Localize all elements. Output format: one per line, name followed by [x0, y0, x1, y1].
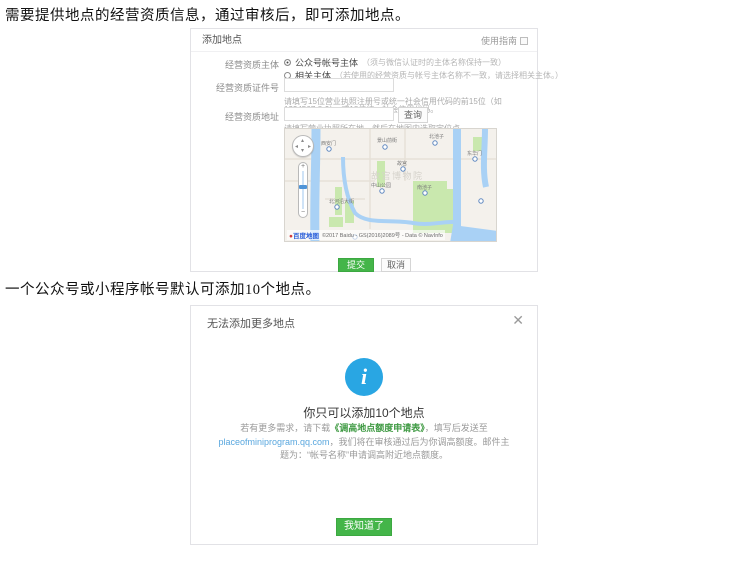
map-label: 东华门 — [467, 150, 482, 157]
subject-option-account-note: （须与微信认证时的主体名称保持一致） — [362, 57, 506, 68]
usage-guide-label: 使用指南 — [481, 34, 517, 47]
map-canal-left — [315, 129, 316, 242]
limit-modal: 无法添加更多地点 ✕ i 你只可以添加10个地点 若有更多需求，请下载《调高地点… — [190, 305, 538, 545]
pan-left-icon[interactable]: ◂ — [295, 144, 298, 150]
zoom-out-icon[interactable]: − — [301, 209, 305, 217]
address-label: 经营资质地址 — [191, 110, 279, 123]
body-text-1: 若有更多需求，请下载 — [240, 423, 330, 433]
map-label: 南池子 — [417, 184, 432, 191]
map-pan-control[interactable]: ▴ ▾ ◂ ▸ — [292, 135, 314, 157]
guide-book-icon — [520, 37, 528, 45]
add-location-panel: 添加地点 使用指南 经营资质主体 公众号帐号主体 （须与微信认证时的主体名称保持… — [190, 28, 538, 272]
subject-option-account-label: 公众号帐号主体 — [295, 56, 358, 69]
confirm-button[interactable]: 我知道了 — [336, 518, 392, 536]
license-number-input[interactable] — [284, 78, 394, 92]
radio-selected-icon[interactable] — [284, 59, 291, 66]
info-icon: i — [345, 358, 383, 396]
map-label: 西安门 — [321, 140, 336, 147]
usage-guide-link[interactable]: 使用指南 — [481, 29, 528, 52]
map-zoom-slider[interactable]: + − — [298, 162, 308, 218]
modal-title: 无法添加更多地点 — [207, 315, 295, 331]
map-label: 中山公园 — [371, 182, 391, 189]
map-water-corner — [450, 225, 497, 242]
limit-description: 若有更多需求，请下载《调高地点额度申请表》，填写后发送至 placeofmini… — [215, 422, 513, 463]
pan-down-icon[interactable]: ▾ — [301, 148, 304, 154]
pan-up-icon[interactable]: ▴ — [301, 138, 304, 144]
quota-form-link[interactable]: 《调高地点额度申请表》 — [330, 423, 425, 433]
zoom-track[interactable] — [302, 171, 304, 209]
map-watermark: 故宫博物院 — [371, 170, 424, 181]
map-label: 故宫 — [397, 160, 407, 167]
map-attribution: ●百度地图 ©2017 Baidu - GS(2016)2089号 - Data… — [287, 230, 445, 240]
zoom-in-icon[interactable]: + — [301, 163, 305, 171]
intro-text-1: 需要提供地点的经营资质信息，通过审核后，即可添加地点。 — [5, 4, 410, 25]
map-copyright-text: ©2017 Baidu - GS(2016)2089号 - Data © Nav… — [322, 231, 443, 239]
body-text-2: ，填写后发送至 — [425, 423, 488, 433]
panel-title: 添加地点 — [202, 29, 242, 52]
baidu-map-logo: ●百度地图 — [289, 230, 319, 240]
license-label: 经营资质证件号 — [191, 81, 279, 94]
map-label: 北河沿大街 — [329, 198, 354, 205]
pan-right-icon[interactable]: ▸ — [308, 144, 311, 150]
map-canvas: 故宫博物院 西安门 景山前街 北池子 故宫 中山公园 南池子 东华门 北河沿大街 — [285, 129, 497, 242]
address-input[interactable] — [284, 107, 394, 121]
submit-button[interactable]: 提交 — [338, 258, 374, 272]
email-link[interactable]: placeofminiprogram.qq.com — [218, 437, 329, 447]
cancel-button[interactable]: 取消 — [381, 258, 411, 272]
address-search-button[interactable]: 查询 — [398, 107, 428, 123]
subject-label: 经营资质主体 — [191, 58, 279, 71]
close-icon[interactable]: ✕ — [512, 313, 524, 327]
location-picker-map[interactable]: 故宫博物院 西安门 景山前街 北池子 故宫 中山公园 南池子 东华门 北河沿大街 — [284, 128, 497, 242]
intro-text-2: 一个公众号或小程序帐号默认可添加10个地点。 — [5, 278, 321, 299]
map-label: 景山前街 — [377, 137, 397, 144]
limit-heading: 你只可以添加10个地点 — [191, 404, 537, 421]
subject-option-account[interactable]: 公众号帐号主体 （须与微信认证时的主体名称保持一致） — [284, 56, 506, 69]
zoom-handle[interactable] — [299, 185, 307, 189]
add-location-header: 添加地点 使用指南 — [191, 29, 537, 52]
map-label: 北池子 — [429, 133, 444, 140]
